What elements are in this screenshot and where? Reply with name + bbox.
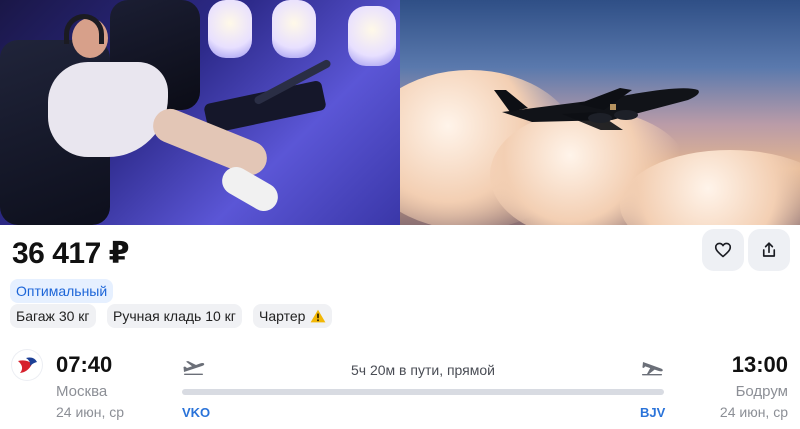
arrival-city: Бодрум bbox=[735, 383, 788, 400]
person bbox=[48, 62, 168, 157]
share-icon bbox=[762, 242, 776, 257]
baggage-tag: Багаж 30 кг bbox=[10, 304, 96, 328]
favorite-button[interactable] bbox=[702, 229, 744, 271]
share-button[interactable] bbox=[748, 229, 790, 271]
price: 36 417 ₽ bbox=[12, 237, 129, 270]
cabin-window bbox=[208, 0, 252, 58]
optimal-badge: Оптимальный bbox=[10, 279, 114, 303]
departure-city: Москва bbox=[56, 383, 108, 400]
route-line bbox=[182, 389, 664, 395]
charter-tag[interactable]: Чартер bbox=[253, 304, 333, 328]
cabin-window bbox=[272, 0, 316, 58]
arrival-airport-code: BJV bbox=[640, 405, 666, 420]
departure-date: 24 июн, ср bbox=[56, 404, 125, 420]
plane-photo[interactable] bbox=[400, 0, 800, 225]
cabin-photo[interactable] bbox=[0, 0, 400, 225]
flight-duration: 5ч 20м в пути, прямой bbox=[351, 362, 495, 378]
departure-time: 07:40 bbox=[56, 352, 113, 377]
departure-airport-code: VKO bbox=[182, 405, 211, 420]
warning-icon bbox=[311, 309, 326, 323]
arrival-time: 13:00 bbox=[731, 352, 788, 377]
heart-icon bbox=[714, 242, 732, 258]
hand-luggage-tag: Ручная кладь 10 кг bbox=[107, 304, 242, 328]
arrival-date: 24 июн, ср bbox=[719, 404, 788, 420]
seat-table bbox=[203, 79, 327, 135]
headphones bbox=[64, 14, 104, 44]
takeoff-icon bbox=[183, 361, 205, 375]
charter-label: Чартер bbox=[259, 308, 306, 324]
cabin-window bbox=[348, 6, 396, 66]
airline-logo bbox=[12, 350, 42, 380]
photo-gallery[interactable] bbox=[0, 0, 800, 225]
airplane bbox=[494, 88, 699, 130]
landing-icon bbox=[642, 362, 663, 376]
